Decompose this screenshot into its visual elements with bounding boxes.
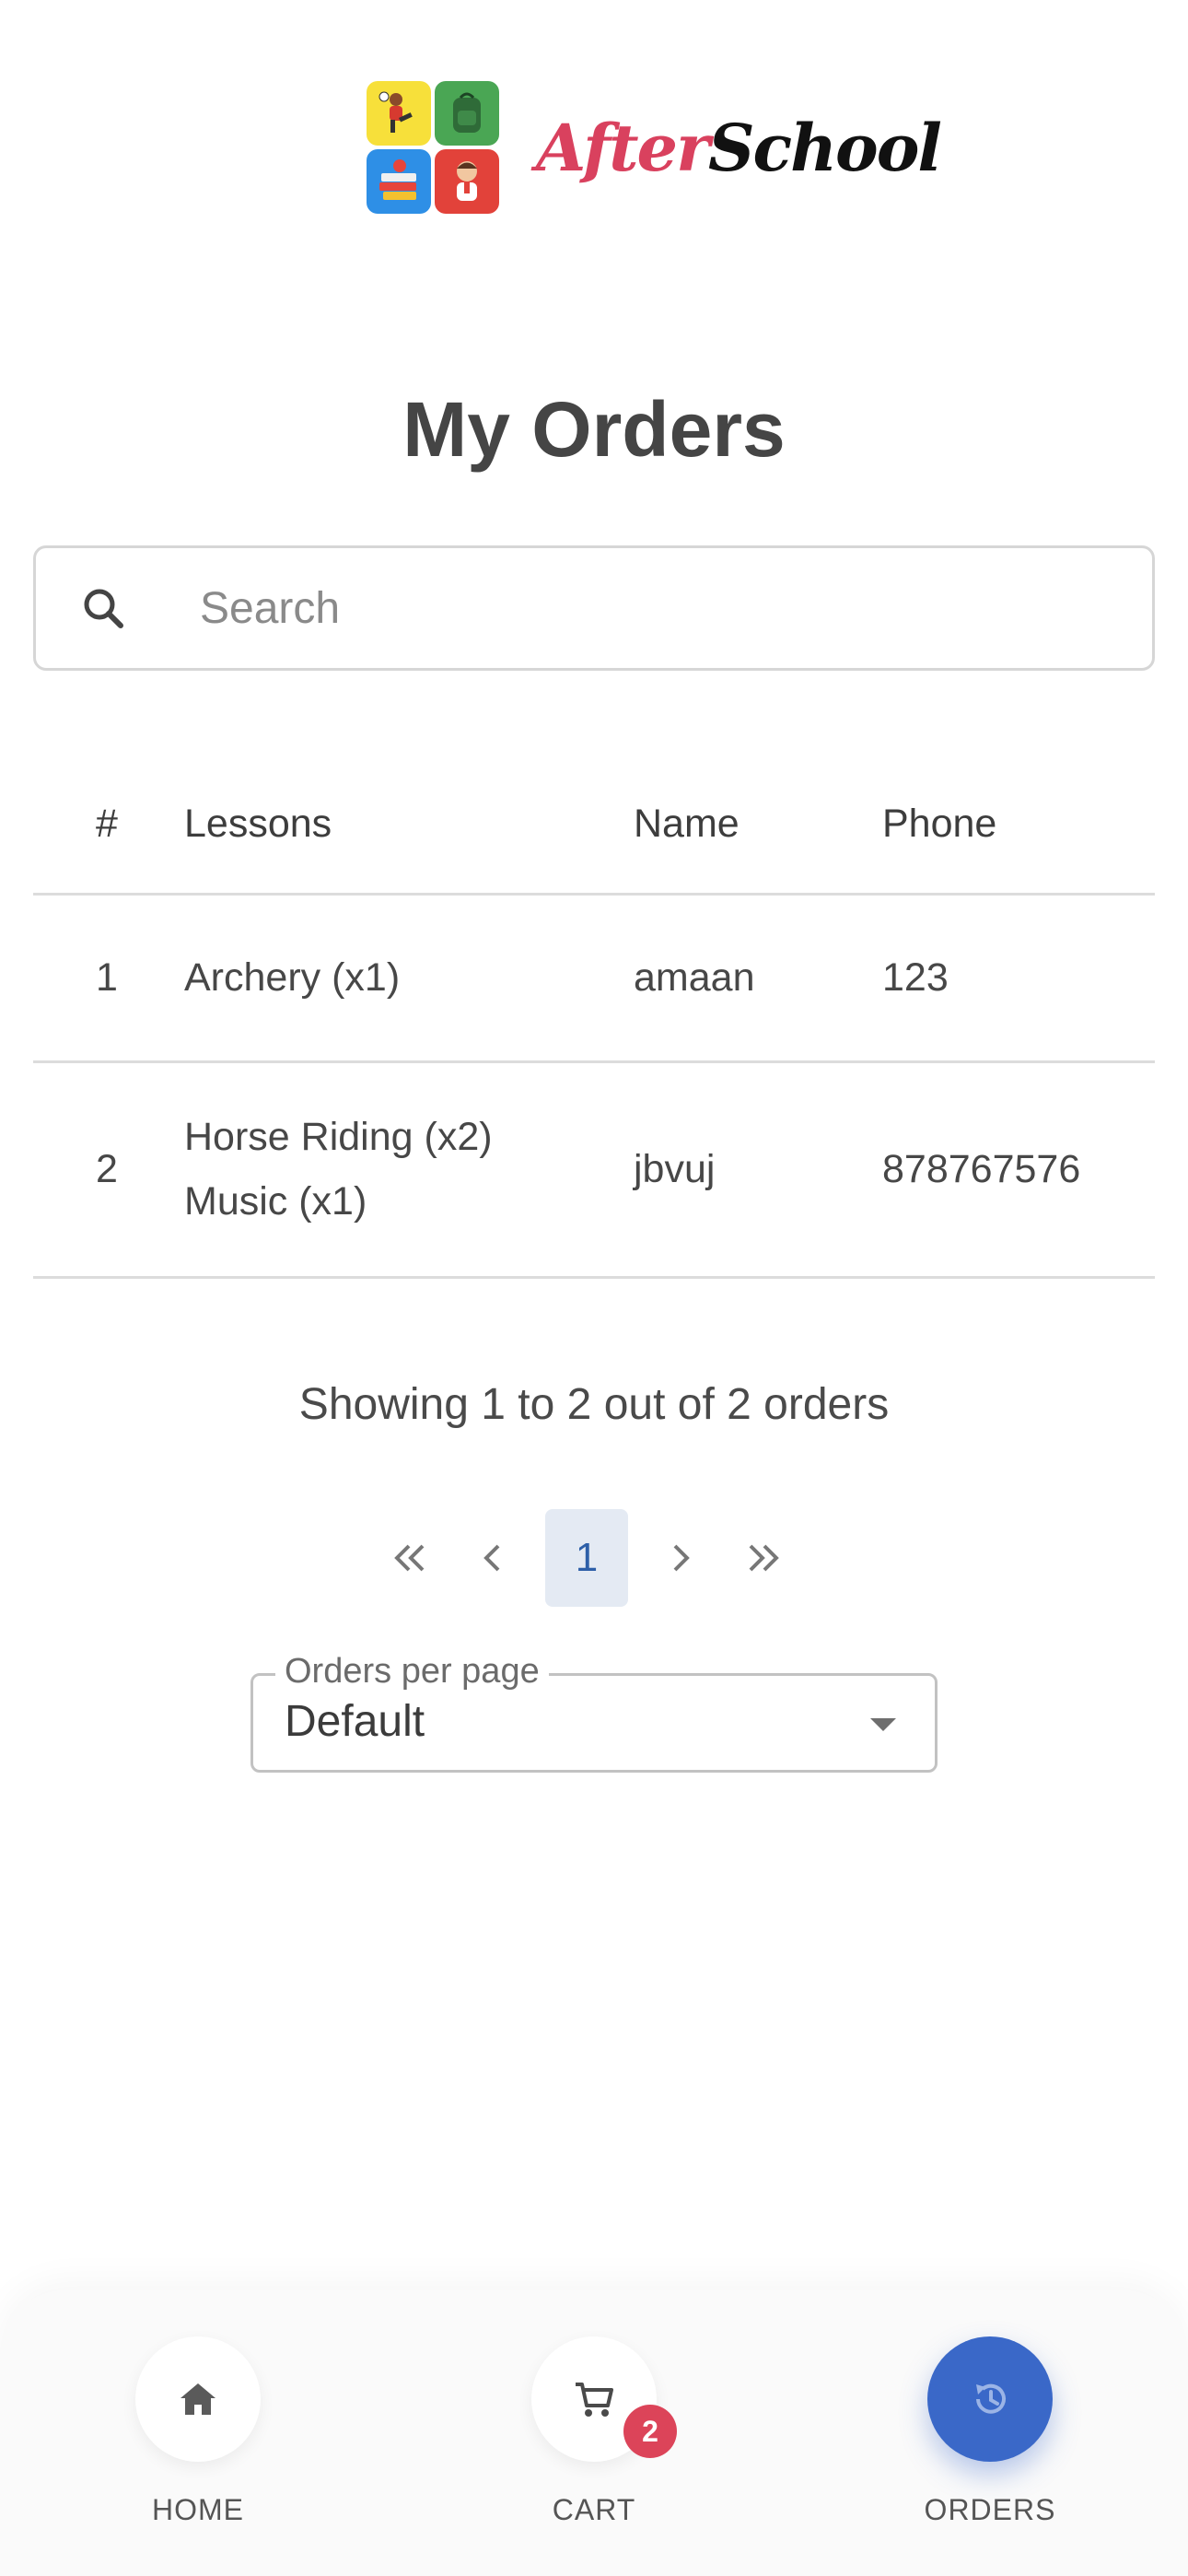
- brand-after: After: [536, 109, 710, 186]
- double-chevron-left-icon: [394, 1544, 425, 1572]
- nav-home[interactable]: HOME: [78, 2336, 318, 2527]
- order-number: 1: [33, 894, 184, 1063]
- brand-wordmark: AfterSchool: [536, 109, 942, 186]
- chevron-right-icon: [673, 1544, 690, 1572]
- nav-orders-label: ORDERS: [924, 2493, 1056, 2526]
- previous-page-button[interactable]: [451, 1509, 534, 1607]
- nav-orders[interactable]: ORDERS: [870, 2336, 1110, 2527]
- order-number: 2: [33, 1061, 184, 1279]
- nav-cart-label: CART: [552, 2493, 636, 2526]
- next-page-button[interactable]: [639, 1509, 722, 1607]
- lesson-item: Horse Riding (x2): [184, 1115, 493, 1159]
- backpack-icon: [435, 81, 499, 146]
- nav-home-button[interactable]: [135, 2336, 261, 2462]
- order-lessons: Horse Riding (x2) Music (x1): [184, 1061, 634, 1279]
- order-phone: 123: [882, 894, 1155, 1063]
- caret-down-icon: [870, 1718, 896, 1731]
- nav-home-label: HOME: [152, 2493, 244, 2526]
- student-icon: [435, 149, 499, 214]
- search-input[interactable]: [200, 582, 1029, 634]
- history-icon: [976, 2383, 1006, 2414]
- books-icon: [367, 149, 431, 214]
- nav-cart-button[interactable]: 2: [531, 2336, 677, 2462]
- search-bar[interactable]: [33, 545, 1155, 671]
- logo-icon-grid: [367, 81, 499, 214]
- orders-table: # Lessons Name Phone 1 Archery (x1) amaa…: [33, 755, 1155, 1279]
- brand-school: School: [707, 109, 942, 186]
- home-icon: [181, 2383, 215, 2415]
- shopping-cart-icon: [576, 2383, 613, 2417]
- order-name: jbvuj: [634, 1061, 882, 1279]
- column-header-name[interactable]: Name: [634, 755, 882, 896]
- double-chevron-right-icon: [749, 1544, 779, 1572]
- pagination: 1: [368, 1509, 805, 1607]
- orders-per-page-value: Default: [285, 1697, 425, 1746]
- order-lessons: Archery (x1): [184, 894, 634, 1063]
- column-header-number[interactable]: #: [33, 755, 184, 896]
- lesson-item: Music (x1): [184, 1179, 367, 1224]
- nav-cart[interactable]: 2 CART: [474, 2336, 714, 2527]
- lesson-item: Archery (x1): [184, 955, 401, 1000]
- column-header-lessons[interactable]: Lessons: [184, 755, 634, 896]
- bottom-navigation: HOME 2 CART ORDERS: [0, 2290, 1188, 2576]
- first-page-button[interactable]: [368, 1509, 451, 1607]
- last-page-button[interactable]: [722, 1509, 805, 1607]
- table-header-row: # Lessons Name Phone: [33, 755, 1155, 896]
- page-button-current[interactable]: 1: [545, 1509, 628, 1607]
- table-row: 2 Horse Riding (x2) Music (x1) jbvuj 878…: [33, 1061, 1155, 1279]
- table-row: 1 Archery (x1) amaan 123: [33, 894, 1155, 1063]
- chevron-left-icon: [483, 1544, 500, 1572]
- results-summary: Showing 1 to 2 out of 2 orders: [298, 1380, 890, 1429]
- soccer-player-icon: [367, 81, 431, 146]
- app-logo[interactable]: AfterSchool: [367, 81, 942, 214]
- column-header-phone[interactable]: Phone: [882, 755, 1155, 896]
- orders-per-page-select[interactable]: Orders per page Default: [250, 1652, 938, 1773]
- nav-orders-button[interactable]: [927, 2336, 1053, 2462]
- order-phone: 878767576: [882, 1061, 1155, 1279]
- cart-count-badge: 2: [623, 2405, 677, 2458]
- search-icon: [84, 589, 123, 628]
- page-title: My Orders: [402, 386, 786, 473]
- order-name: amaan: [634, 894, 882, 1063]
- orders-per-page-label: Orders per page: [275, 1652, 549, 1692]
